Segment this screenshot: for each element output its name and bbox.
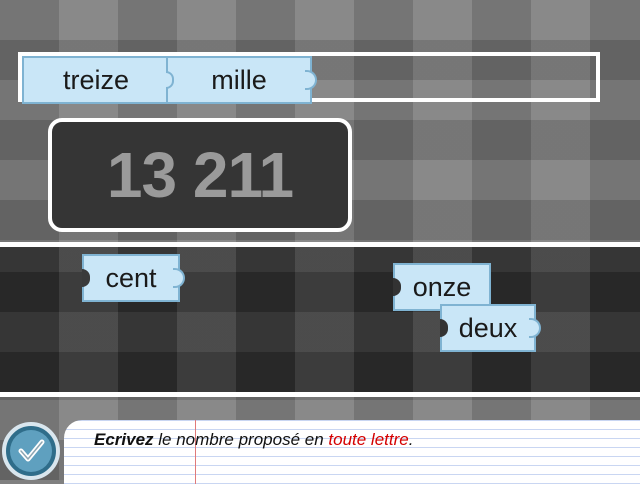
instruction-verb: Ecrivez	[94, 430, 154, 449]
tile-label: deux	[458, 312, 518, 343]
number-display: 13 211	[48, 118, 352, 232]
tile-notch	[440, 319, 448, 337]
instruction-end: .	[408, 430, 414, 449]
tile-notch	[82, 269, 90, 287]
instruction-middle: le nombre proposé en	[153, 430, 329, 449]
tile-notch	[393, 278, 401, 296]
tile-label: onze	[412, 271, 472, 302]
word-tile-cent[interactable]: cent	[82, 254, 185, 302]
divider-bottom	[0, 392, 640, 397]
answer-tile-treize[interactable]: treize	[22, 56, 170, 104]
tile-label: treize	[62, 64, 130, 95]
number-value: 13 211	[106, 139, 294, 211]
instruction-highlight: toute lettre	[328, 430, 409, 449]
instruction-panel: Ecrivez le nombre proposé en toute lettr…	[64, 420, 640, 484]
validate-button[interactable]	[2, 422, 60, 480]
divider-top	[0, 242, 640, 247]
tile-label: cent	[105, 262, 157, 293]
word-tile-deux[interactable]: deux	[440, 304, 541, 352]
tile-notch	[166, 71, 174, 89]
tile-label: mille	[211, 64, 267, 95]
checkmark-icon	[10, 430, 52, 472]
instruction-text: Ecrivez le nombre proposé en toute lettr…	[94, 430, 413, 450]
answer-tile-mille[interactable]: mille	[166, 56, 317, 104]
